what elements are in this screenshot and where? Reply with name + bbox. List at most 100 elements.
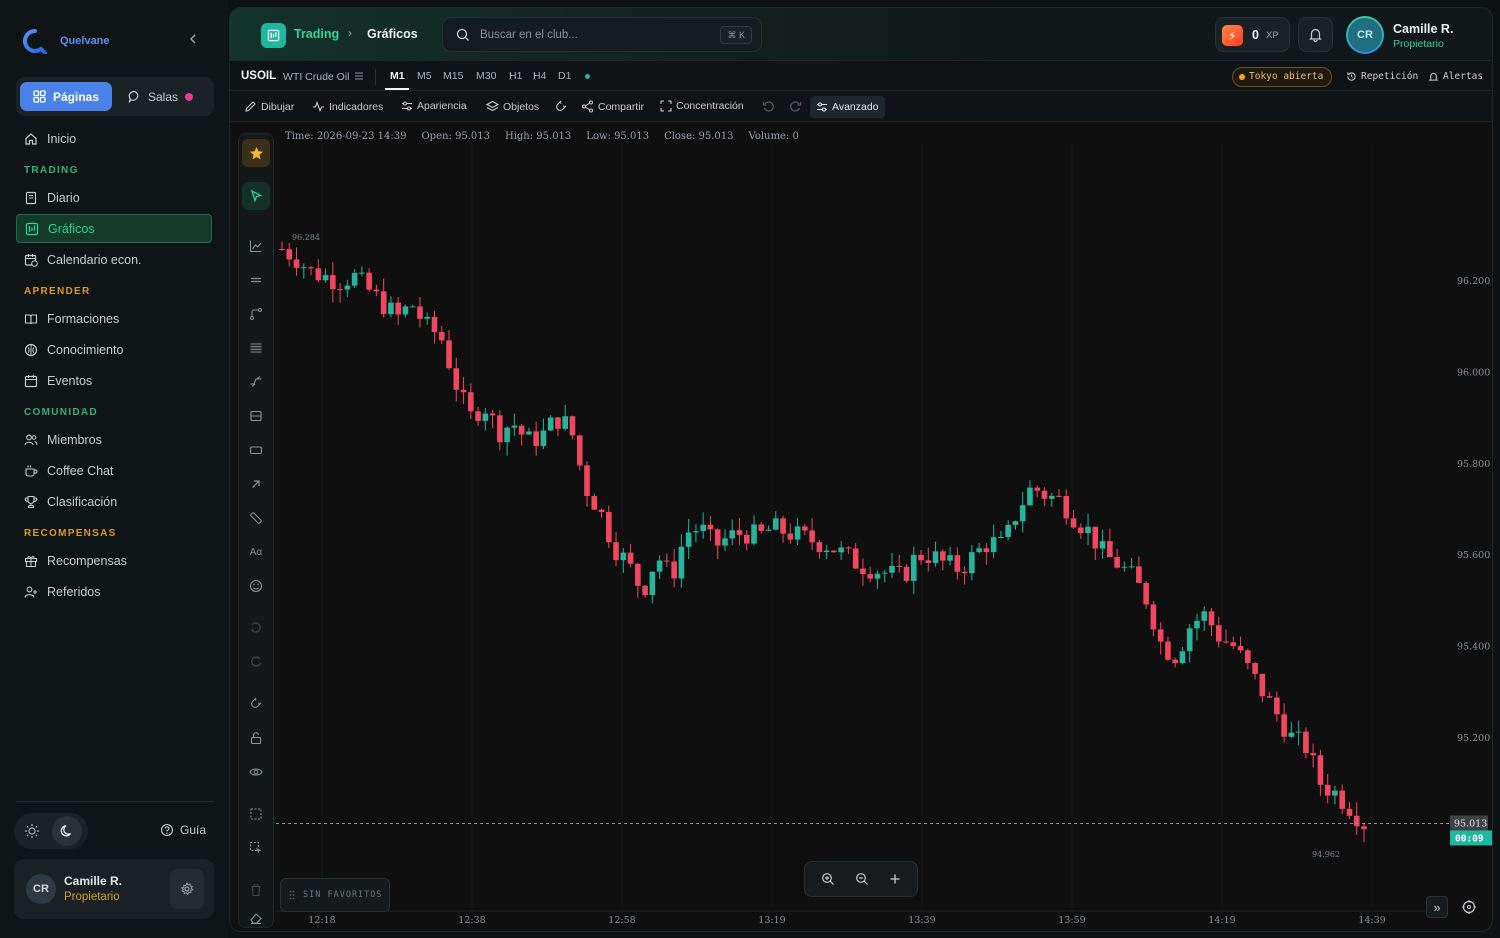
candle-body — [308, 267, 314, 269]
favorites-tool[interactable] — [242, 139, 270, 167]
sidebar-item-home[interactable]: Inicio — [16, 124, 212, 153]
share-button[interactable]: Compartir — [581, 100, 644, 113]
objects-button[interactable]: Objetos — [486, 100, 539, 113]
lock-tool[interactable] — [248, 730, 264, 746]
favorites-panel[interactable]: SIN FAVORITOS — [280, 878, 390, 912]
user-name: Camille R. — [1393, 22, 1454, 36]
candle-body — [889, 565, 895, 573]
horizontal-line-tool[interactable] — [248, 272, 264, 288]
candle-body — [497, 415, 503, 443]
candle-body — [417, 306, 423, 319]
candle-body — [714, 529, 721, 546]
focus-mode-button[interactable]: Concentración — [660, 100, 744, 112]
magnet-tool[interactable] — [248, 696, 264, 712]
eraser-tool[interactable] — [248, 910, 264, 926]
drawing-toolbar: Aα — [238, 133, 274, 928]
timeframe-m15[interactable]: M15 — [443, 70, 463, 82]
light-mode-button[interactable] — [23, 822, 41, 840]
tool-undo-button[interactable] — [248, 620, 264, 636]
cursor-tool[interactable] — [242, 182, 270, 210]
user-settings-button[interactable] — [170, 869, 204, 909]
sidebar-item-members[interactable]: Miembros — [16, 425, 212, 454]
sidebar-item-courses[interactable]: Formaciones — [16, 304, 212, 333]
timeframe-h1[interactable]: H1 — [509, 70, 522, 82]
select-area-tool[interactable] — [248, 806, 264, 822]
emoji-tool[interactable] — [248, 578, 264, 594]
candle-body — [1186, 628, 1193, 652]
text-tool[interactable]: Aα — [248, 544, 264, 560]
zoom-out-icon[interactable] — [855, 872, 869, 886]
visibility-tool[interactable] — [248, 764, 264, 780]
chart-settings-button[interactable] — [1456, 894, 1482, 920]
sidebar-user-card[interactable]: CR Camille R. Propietario — [14, 859, 214, 919]
sidebar-item-journal[interactable]: Diario — [16, 183, 212, 212]
timeframe-m5[interactable]: M5 — [417, 70, 432, 82]
candle-body — [315, 268, 322, 281]
select-objects-tool[interactable] — [248, 840, 264, 856]
sidebar-item-rewards[interactable]: Recompensas — [16, 546, 212, 575]
sidebar-item-referrals[interactable]: Referidos — [16, 577, 212, 606]
list-icon[interactable] — [354, 70, 364, 82]
candle-body — [881, 572, 888, 574]
xp-counter[interactable]: ⚡ 0 XP — [1215, 17, 1290, 52]
candle-body — [707, 524, 714, 530]
candle-body — [969, 552, 975, 574]
undo-button[interactable] — [762, 100, 775, 113]
delete-tool[interactable] — [248, 882, 264, 898]
chart-area[interactable]: 96.200 96.000 95.800 95.600 95.400 95.200 12:1… — [230, 123, 1493, 932]
collapse-sidebar-button[interactable] — [186, 31, 200, 47]
sidebar-item-knowledge[interactable]: Conocimiento — [16, 335, 212, 364]
candle-body — [511, 425, 518, 428]
sliders-icon — [817, 102, 827, 112]
fibonacci-tool[interactable] — [248, 340, 264, 356]
eye-icon — [249, 768, 263, 776]
trend-line-tool[interactable] — [248, 238, 264, 254]
sidebar-item-charts[interactable]: Gráficos — [16, 214, 212, 243]
theme-toggle[interactable] — [14, 813, 88, 849]
channel-tool[interactable] — [248, 306, 264, 322]
sidebar-item-events[interactable]: Eventos — [16, 366, 212, 395]
notifications-button[interactable] — [1298, 17, 1333, 52]
star-icon — [249, 146, 263, 159]
symbol-ticker[interactable]: USOIL — [241, 70, 276, 82]
rectangle-tool[interactable] — [248, 442, 264, 458]
sidebar-item-coffee-chat[interactable]: Coffee Chat — [16, 456, 212, 485]
guide-link[interactable]: Guía — [160, 823, 206, 837]
draw-button[interactable]: Dibujar — [244, 100, 294, 113]
redo-button[interactable] — [789, 100, 802, 113]
expand-panel-button[interactable]: » — [1426, 896, 1448, 918]
prediction-tool[interactable] — [248, 408, 264, 424]
search-box[interactable]: Buscar en el club... ⌘ K — [442, 17, 762, 52]
plus-icon[interactable] — [889, 873, 901, 885]
candle-body — [344, 285, 351, 290]
candlestick-chart[interactable]: 96.200 96.000 95.800 95.600 95.400 95.200 12:1… — [230, 123, 1493, 932]
tool-redo-button[interactable] — [248, 654, 264, 670]
magnet-button[interactable] — [554, 100, 567, 113]
dark-mode-button[interactable] — [52, 816, 82, 846]
pages-tab[interactable]: Páginas — [20, 82, 112, 111]
timeframe-h4[interactable]: H4 — [533, 70, 546, 82]
measure-tool[interactable] — [248, 510, 264, 526]
advanced-button[interactable]: Avanzado — [810, 96, 885, 118]
timeframe-m30[interactable]: M30 — [476, 70, 496, 82]
drag-handle-icon — [289, 890, 295, 900]
indicators-button[interactable]: Indicadores — [312, 100, 383, 113]
alerts-button[interactable]: Alertas — [1428, 71, 1483, 82]
timeframe-d1[interactable]: D1 — [558, 70, 571, 82]
candle-body — [642, 585, 648, 596]
user-menu[interactable]: CR Camille R. Propietario — [1341, 12, 1491, 58]
arrow-tool[interactable] — [248, 476, 264, 492]
replay-button[interactable]: Repetición — [1346, 71, 1418, 82]
timeframe-m1[interactable]: M1 — [390, 70, 405, 82]
sidebar-item-econ-calendar[interactable]: Calendario econ. — [16, 245, 212, 274]
brand-logo[interactable]: Quelvane — [22, 28, 110, 54]
sidebar-item-label: Eventos — [47, 373, 93, 388]
appearance-button[interactable]: Apariencia — [401, 100, 467, 112]
rooms-tab[interactable]: Salas — [128, 82, 208, 111]
candle-body — [373, 289, 380, 292]
candle-body — [1346, 808, 1353, 816]
sidebar-item-leaderboard[interactable]: Clasificación — [16, 487, 212, 516]
zoom-in-icon[interactable] — [821, 872, 835, 886]
pattern-tool[interactable] — [248, 374, 264, 390]
breadcrumb-section[interactable]: Trading — [294, 27, 339, 41]
